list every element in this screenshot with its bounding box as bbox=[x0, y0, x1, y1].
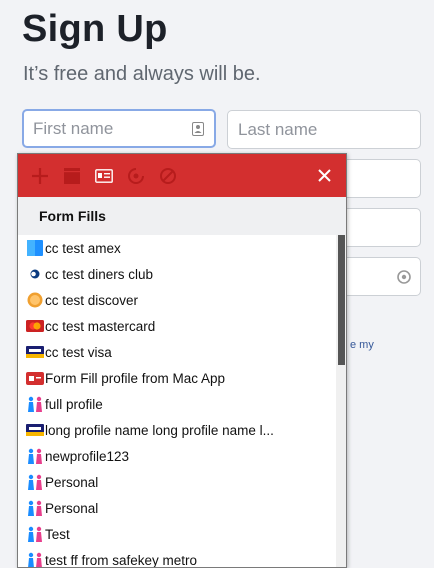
plus-icon[interactable] bbox=[24, 154, 56, 197]
contact-card-icon[interactable] bbox=[192, 122, 206, 136]
page-subtitle: It’s free and always will be. bbox=[23, 63, 261, 85]
list-item-label: Test bbox=[45, 526, 70, 542]
list-item[interactable]: long profile name long profile name l... bbox=[18, 417, 336, 443]
list-item[interactable]: full profile bbox=[18, 391, 336, 417]
diners-card-icon bbox=[26, 266, 44, 282]
list-item[interactable]: cc test amex bbox=[18, 235, 336, 261]
visa-card-icon bbox=[26, 344, 44, 360]
list-item-label: full profile bbox=[45, 396, 103, 412]
list-item[interactable]: Form Fill profile from Mac App bbox=[18, 365, 336, 391]
list-item-label: Form Fill profile from Mac App bbox=[45, 370, 226, 386]
list-item-label: long profile name long profile name l... bbox=[45, 422, 274, 438]
never-icon[interactable] bbox=[152, 154, 184, 197]
list-item-label: cc test discover bbox=[45, 292, 139, 308]
mastercard-icon bbox=[26, 318, 44, 334]
first-name-field[interactable] bbox=[22, 109, 216, 148]
list-item[interactable]: newprofile123 bbox=[18, 443, 336, 469]
person-icon bbox=[26, 448, 44, 464]
list-item[interactable]: cc test mastercard bbox=[18, 313, 336, 339]
popup-toolbar bbox=[18, 154, 346, 197]
scrollbar-thumb[interactable] bbox=[338, 235, 345, 365]
list-item-label: cc test diners club bbox=[45, 266, 154, 282]
identity-card-icon[interactable] bbox=[88, 154, 120, 197]
person-icon bbox=[26, 526, 44, 542]
discover-card-icon bbox=[26, 292, 44, 308]
popup-header: Form Fills bbox=[18, 197, 346, 235]
visa-card-icon bbox=[26, 422, 44, 438]
last-name-field[interactable] bbox=[227, 110, 421, 149]
list-item[interactable]: test ff from safekey metro bbox=[18, 547, 336, 567]
list-item[interactable]: Personal bbox=[18, 469, 336, 495]
last-name-input[interactable] bbox=[228, 111, 420, 148]
list-item-label: newprofile123 bbox=[45, 448, 130, 464]
note-icon[interactable] bbox=[56, 154, 88, 197]
list-item[interactable]: cc test visa bbox=[18, 339, 336, 365]
person-icon bbox=[26, 500, 44, 516]
policy-link[interactable]: e my bbox=[350, 339, 374, 351]
list-item[interactable]: Test bbox=[18, 521, 336, 547]
generate-password-icon[interactable] bbox=[120, 154, 152, 197]
list-item-label: cc test visa bbox=[45, 344, 112, 360]
list-scrollbar[interactable] bbox=[336, 235, 346, 567]
id-card-icon bbox=[26, 370, 44, 386]
close-icon[interactable] bbox=[310, 154, 338, 197]
person-icon bbox=[26, 396, 44, 412]
list-item[interactable]: Personal bbox=[18, 495, 336, 521]
page-title: Sign Up bbox=[22, 8, 168, 50]
list-item[interactable]: cc test diners club bbox=[18, 261, 336, 287]
person-icon bbox=[26, 474, 44, 490]
list-item-label: cc test mastercard bbox=[45, 318, 156, 334]
amex-card-icon bbox=[26, 240, 44, 256]
list-item-label: Personal bbox=[45, 474, 99, 490]
password-generator-icon[interactable] bbox=[397, 270, 411, 284]
list-item-label: cc test amex bbox=[45, 240, 121, 256]
first-name-input[interactable] bbox=[24, 111, 214, 146]
form-fill-list: cc test amex cc test diners club cc test… bbox=[18, 235, 336, 567]
form-fill-popup: Form Fills cc test amex cc test diners c… bbox=[17, 153, 347, 568]
list-item[interactable]: cc test discover bbox=[18, 287, 336, 313]
list-item-label: test ff from safekey metro bbox=[45, 552, 198, 568]
list-item-label: Personal bbox=[45, 500, 99, 516]
person-icon bbox=[26, 552, 44, 567]
